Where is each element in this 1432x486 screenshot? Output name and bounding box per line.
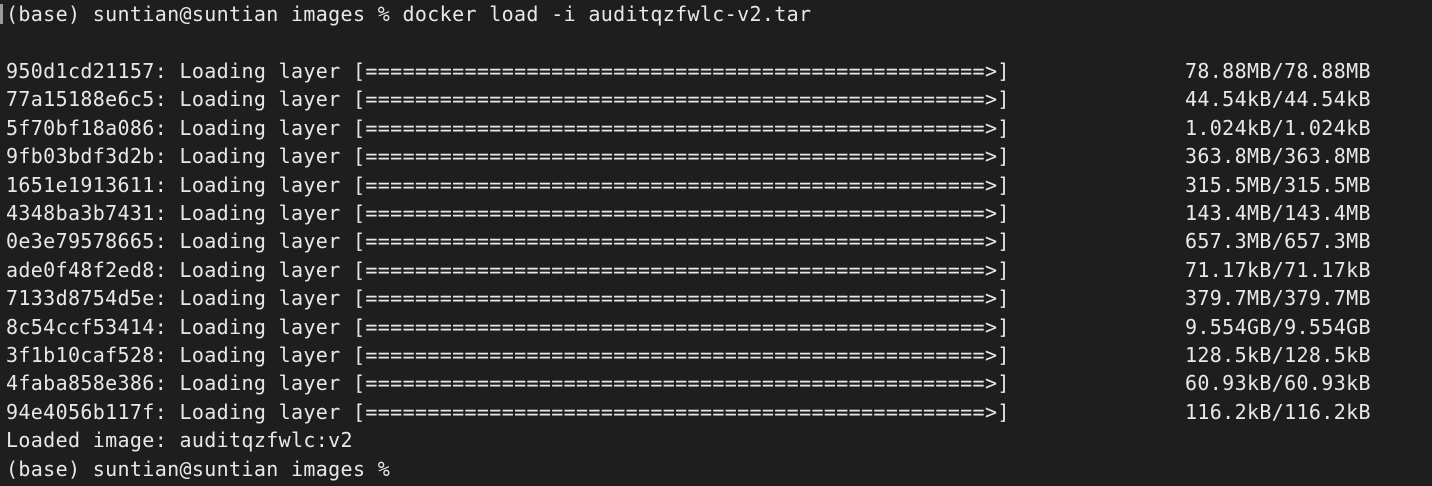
progress-bar: [=======================================… — [353, 343, 1010, 367]
layer-size: 143.4MB/143.4MB — [1185, 201, 1371, 225]
progress-bar: [=======================================… — [353, 87, 1010, 112]
layer-row: 4faba858e386: Loading layer [===========… — [6, 369, 1426, 397]
progress-bar: [=======================================… — [353, 314, 1010, 339]
layer-status: Loading layer — [179, 399, 341, 424]
progress-bar: [=======================================… — [353, 201, 1010, 225]
separator: : — [154, 59, 180, 83]
separator: : — [154, 144, 180, 169]
layer-row: 1651e1913611: Loading layer [===========… — [6, 171, 1426, 199]
layer-id: 9fb03bdf3d2b — [6, 144, 155, 169]
layer-size: 116.2kB/116.2kB — [1185, 399, 1371, 424]
separator: : — [154, 314, 180, 339]
layer-size: 71.17kB/71.17kB — [1185, 257, 1371, 282]
terminal-window[interactable]: (base) suntian@suntian images % docker l… — [0, 0, 1432, 486]
layer-status: Loading layer — [179, 229, 341, 254]
layer-status: Loading layer — [179, 59, 341, 83]
layer-status: Loading layer — [179, 257, 341, 282]
layer-row: 4348ba3b7431: Loading layer [===========… — [6, 199, 1426, 227]
shell-prompt[interactable]: (base) suntian@suntian images % — [6, 455, 390, 483]
layer-status: Loading layer — [179, 87, 341, 112]
separator: : — [154, 257, 180, 282]
layer-row: 950d1cd21157: Loading layer [===========… — [6, 57, 1426, 85]
layer-row: 7133d8754d5e: Loading layer [===========… — [6, 284, 1426, 312]
separator: : — [154, 115, 180, 140]
layer-id: 77a15188e6c5 — [6, 87, 155, 112]
layer-row: 3f1b10caf528: Loading layer [===========… — [6, 341, 1426, 369]
layer-id: 7133d8754d5e — [6, 286, 155, 311]
progress-bar: [=======================================… — [353, 59, 1010, 83]
loaded-image-line: Loaded image: auditqzfwlc:v2 — [6, 428, 353, 453]
layer-row: 77a15188e6c5: Loading layer [===========… — [6, 85, 1426, 113]
layer-row: 94e4056b117f: Loading layer [===========… — [6, 398, 1426, 426]
line-marker — [0, 4, 3, 24]
layer-size: 1.024kB/1.024kB — [1185, 115, 1371, 140]
layer-id: 4348ba3b7431 — [6, 201, 155, 225]
layer-id: 94e4056b117f — [6, 399, 155, 424]
layer-row: ade0f48f2ed8: Loading layer [===========… — [6, 256, 1426, 284]
progress-bar: [=======================================… — [353, 172, 1010, 197]
separator: : — [154, 87, 180, 112]
layer-size: 379.7MB/379.7MB — [1185, 286, 1371, 311]
progress-bar: [=======================================… — [353, 286, 1010, 311]
progress-bar: [=======================================… — [353, 115, 1010, 140]
layer-row: 8c54ccf53414: Loading layer [===========… — [6, 313, 1426, 341]
layer-size: 44.54kB/44.54kB — [1185, 87, 1371, 112]
separator: : — [154, 172, 180, 197]
layer-size: 60.93kB/60.93kB — [1185, 371, 1371, 396]
progress-bar: [=======================================… — [353, 257, 1010, 282]
layer-status: Loading layer — [179, 201, 341, 225]
progress-bar: [=======================================… — [353, 229, 1010, 254]
progress-bar: [=======================================… — [353, 399, 1010, 424]
layer-status: Loading layer — [179, 314, 341, 339]
separator: : — [154, 399, 180, 424]
layer-status: Loading layer — [179, 371, 341, 396]
layer-size: 78.88MB/78.88MB — [1185, 59, 1371, 83]
layer-id: 950d1cd21157 — [6, 59, 155, 83]
layer-id: ade0f48f2ed8 — [6, 257, 155, 282]
layer-status: Loading layer — [179, 172, 341, 197]
layer-status: Loading layer — [179, 115, 341, 140]
layer-size: 128.5kB/128.5kB — [1185, 343, 1371, 367]
progress-bar: [=======================================… — [353, 371, 1010, 396]
layer-id: 8c54ccf53414 — [6, 314, 155, 339]
layer-row: 0e3e79578665: Loading layer [===========… — [6, 227, 1426, 255]
layer-size: 657.3MB/657.3MB — [1185, 229, 1371, 254]
layer-status: Loading layer — [179, 343, 341, 367]
progress-bar: [=======================================… — [353, 144, 1010, 169]
layer-status: Loading layer — [179, 286, 341, 311]
command-line: (base) suntian@suntian images % docker l… — [6, 2, 812, 26]
layer-size: 363.8MB/363.8MB — [1185, 144, 1371, 169]
separator: : — [154, 371, 180, 396]
separator: : — [154, 343, 180, 367]
layer-id: 5f70bf18a086 — [6, 115, 155, 140]
layer-id: 1651e1913611 — [6, 172, 155, 197]
layer-id: 4faba858e386 — [6, 371, 155, 396]
layer-id: 0e3e79578665 — [6, 229, 155, 254]
separator: : — [154, 229, 180, 254]
layer-id: 3f1b10caf528 — [6, 343, 155, 367]
layer-status: Loading layer — [179, 144, 341, 169]
layer-row: 5f70bf18a086: Loading layer [===========… — [6, 114, 1426, 142]
layer-size: 315.5MB/315.5MB — [1185, 172, 1371, 197]
separator: : — [154, 286, 180, 311]
separator: : — [154, 201, 180, 225]
layer-size: 9.554GB/9.554GB — [1185, 314, 1371, 339]
layer-row: 9fb03bdf3d2b: Loading layer [===========… — [6, 142, 1426, 170]
